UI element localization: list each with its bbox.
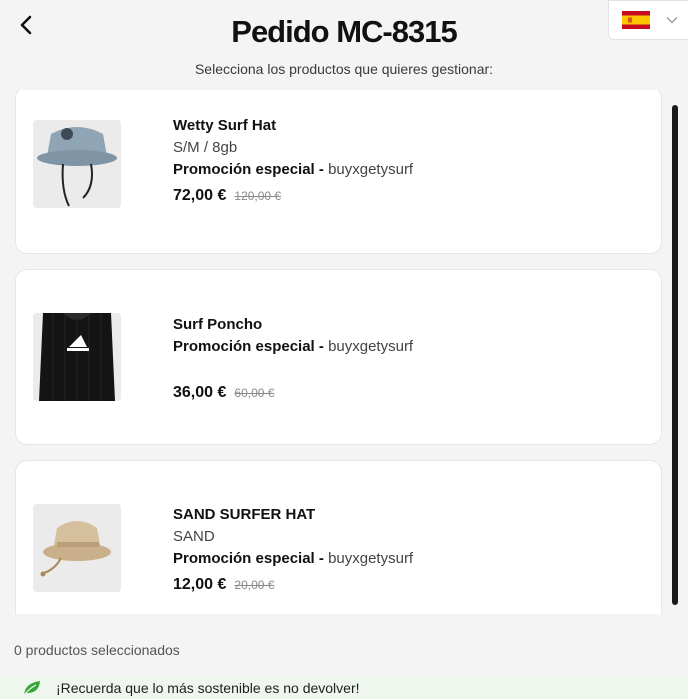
- promo-label: Promoción especial -: [173, 338, 324, 355]
- promo-label: Promoción especial -: [173, 161, 324, 178]
- product-old-price: 20,00 €: [234, 578, 275, 592]
- product-name: Wetty Surf Hat: [173, 117, 277, 134]
- product-name: SAND SURFER HAT: [173, 506, 316, 523]
- promo-code: buyxgetysurf: [328, 550, 414, 567]
- product-price: 72,00 €: [173, 187, 227, 204]
- eco-banner: ¡Recuerda que lo más sostenible es no de…: [0, 676, 688, 699]
- product-price: 36,00 €: [173, 384, 227, 401]
- price-row: 36,00 € 60,00 €: [173, 384, 413, 402]
- product-card[interactable]: SAND SURFER HAT SAND Promoción especial …: [15, 460, 662, 614]
- promo-code: buyxgetysurf: [328, 338, 414, 355]
- header: Pedido MC-8315 Selecciona los productos …: [0, 0, 688, 90]
- eco-message: ¡Recuerda que lo más sostenible es no de…: [56, 679, 360, 696]
- product-name: Surf Poncho: [173, 316, 263, 333]
- product-promo: Promoción especial - buyxgetysurf: [173, 337, 413, 356]
- language-selector[interactable]: [608, 0, 688, 40]
- selected-count: 0 productos seleccionados: [14, 642, 180, 658]
- page-subtitle: Selecciona los productos que quieres ges…: [194, 61, 494, 77]
- promo-code: buyxgetysurf: [328, 161, 414, 178]
- page-title: Pedido MC-8315: [231, 14, 457, 49]
- product-promo: Promoción especial - buyxgetysurf: [173, 160, 413, 179]
- scrollbar[interactable]: [672, 105, 678, 605]
- product-price: 12,00 €: [173, 576, 227, 593]
- product-card[interactable]: Surf Poncho Promoción especial - buyxget…: [15, 269, 662, 445]
- chevron-down-icon: [666, 17, 678, 24]
- product-image-sand-surfer-hat: [33, 504, 121, 592]
- product-promo: Promoción especial - buyxgetysurf: [173, 549, 413, 568]
- spain-flag-icon: [622, 11, 650, 29]
- leaf-icon: [23, 680, 40, 695]
- product-variant: S/M / 8gb: [173, 139, 238, 156]
- product-variant: SAND: [173, 528, 215, 545]
- product-image-surf-poncho: [33, 313, 121, 401]
- product-image-wetty-surf-hat: [33, 120, 121, 208]
- price-row: 12,00 € 20,00 €: [173, 576, 413, 594]
- product-card[interactable]: Wetty Surf Hat S/M / 8gb Promoción espec…: [15, 90, 662, 254]
- price-row: 72,00 € 120,00 €: [173, 187, 413, 205]
- product-old-price: 60,00 €: [234, 386, 275, 400]
- product-list[interactable]: Wetty Surf Hat S/M / 8gb Promoción espec…: [0, 90, 688, 614]
- promo-label: Promoción especial -: [173, 550, 324, 567]
- product-old-price: 120,00 €: [234, 189, 282, 203]
